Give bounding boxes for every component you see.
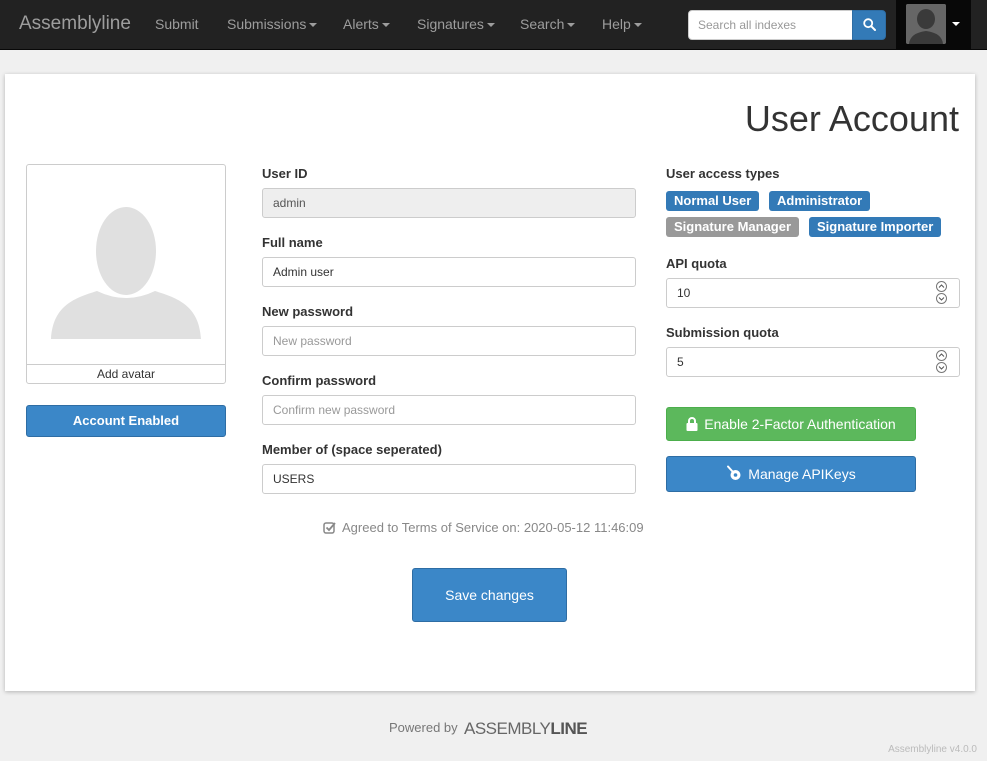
logo-line-text: LINE: [550, 719, 588, 738]
full-name-label: Full name: [262, 235, 323, 250]
enable-2fa-button[interactable]: Enable 2-Factor Authentication: [666, 407, 916, 441]
global-search-input[interactable]: [688, 10, 853, 40]
brand-link[interactable]: Assemblyline: [19, 13, 131, 35]
search-button[interactable]: [852, 10, 886, 40]
nav-search-label: Search: [520, 16, 565, 32]
enable-2fa-label: Enable 2-Factor Authentication: [704, 416, 896, 432]
user-menu-toggle[interactable]: [896, 0, 971, 50]
logo-assembly-text: ASSEMBLY: [464, 719, 551, 738]
new-password-label: New password: [262, 304, 354, 319]
api-quota-spinner[interactable]: [936, 281, 947, 305]
submission-quota-label: Submission quota: [666, 325, 779, 340]
increment-icon[interactable]: [936, 350, 947, 361]
access-signature-importer-badge[interactable]: Signature Importer: [809, 217, 942, 237]
groups-label: Member of (space seperated): [262, 442, 442, 457]
increment-icon[interactable]: [936, 281, 947, 292]
confirm-password-field[interactable]: [262, 395, 636, 425]
new-password-field[interactable]: [262, 326, 636, 356]
decrement-icon[interactable]: [936, 362, 947, 373]
confirm-password-label: Confirm password: [262, 373, 377, 388]
decrement-icon[interactable]: [936, 293, 947, 304]
account-enabled-button[interactable]: Account Enabled: [26, 405, 226, 437]
submission-quota-spinner[interactable]: [936, 350, 947, 374]
tos-agreement: Agreed to Terms of Service on: 2020-05-1…: [323, 520, 644, 535]
api-quota-field[interactable]: 10: [666, 278, 960, 308]
caret-down-icon: [567, 23, 576, 28]
access-types-label: User access types: [666, 166, 780, 181]
nav-signatures[interactable]: Signatures: [417, 16, 495, 32]
lock-icon: [686, 417, 698, 431]
page-title: User Account: [744, 98, 959, 139]
submission-quota-field[interactable]: 5: [666, 347, 960, 377]
manage-apikeys-button[interactable]: Manage APIKeys: [666, 456, 916, 492]
check-square-icon: [323, 522, 336, 534]
caret-down-icon: [952, 22, 960, 26]
nav-help-label: Help: [602, 16, 631, 32]
caret-down-icon: [486, 23, 495, 28]
nav-search[interactable]: Search: [520, 16, 576, 32]
nav-alerts-label: Alerts: [343, 16, 379, 32]
caret-down-icon: [633, 23, 642, 28]
full-name-field[interactable]: [262, 257, 636, 287]
api-quota-label: API quota: [666, 256, 727, 271]
search-icon: [863, 18, 876, 31]
manage-apikeys-label: Manage APIKeys: [748, 466, 856, 482]
nav-submissions[interactable]: Submissions: [227, 16, 318, 32]
access-administrator-badge[interactable]: Administrator: [769, 191, 871, 211]
key-icon: [727, 465, 741, 480]
submission-quota-value: 5: [677, 355, 684, 369]
nav-submit-label: Submit: [155, 16, 199, 32]
save-changes-button[interactable]: Save changes: [412, 568, 567, 622]
add-avatar-label[interactable]: Add avatar: [27, 364, 225, 383]
caret-down-icon: [309, 23, 318, 28]
version-text: Assemblyline v4.0.0: [888, 744, 977, 755]
nav-submit[interactable]: Submit: [155, 16, 199, 32]
user-account-panel: User Account Add avatar Account Enabled …: [5, 74, 975, 691]
nav-help[interactable]: Help: [602, 16, 642, 32]
nav-alerts[interactable]: Alerts: [343, 16, 390, 32]
user-avatar-icon: [906, 4, 946, 44]
caret-down-icon: [381, 23, 390, 28]
user-id-field: [262, 188, 636, 218]
user-silhouette-icon: [51, 207, 201, 339]
api-quota-value: 10: [677, 286, 691, 300]
nav-submissions-label: Submissions: [227, 16, 307, 32]
access-normal-user-badge[interactable]: Normal User: [666, 191, 760, 211]
nav-signatures-label: Signatures: [417, 16, 484, 32]
user-id-label: User ID: [262, 166, 308, 181]
assemblyline-logo[interactable]: ASSEMBLY LINE: [464, 717, 588, 741]
tos-text: Agreed to Terms of Service on: 2020-05-1…: [342, 520, 644, 535]
groups-field[interactable]: [262, 464, 636, 494]
avatar-box[interactable]: Add avatar: [26, 164, 226, 384]
powered-by-text: Powered by: [389, 720, 458, 735]
access-signature-manager-badge[interactable]: Signature Manager: [666, 217, 800, 237]
top-navbar: Assemblyline Submit Submissions Alerts S…: [0, 0, 987, 50]
